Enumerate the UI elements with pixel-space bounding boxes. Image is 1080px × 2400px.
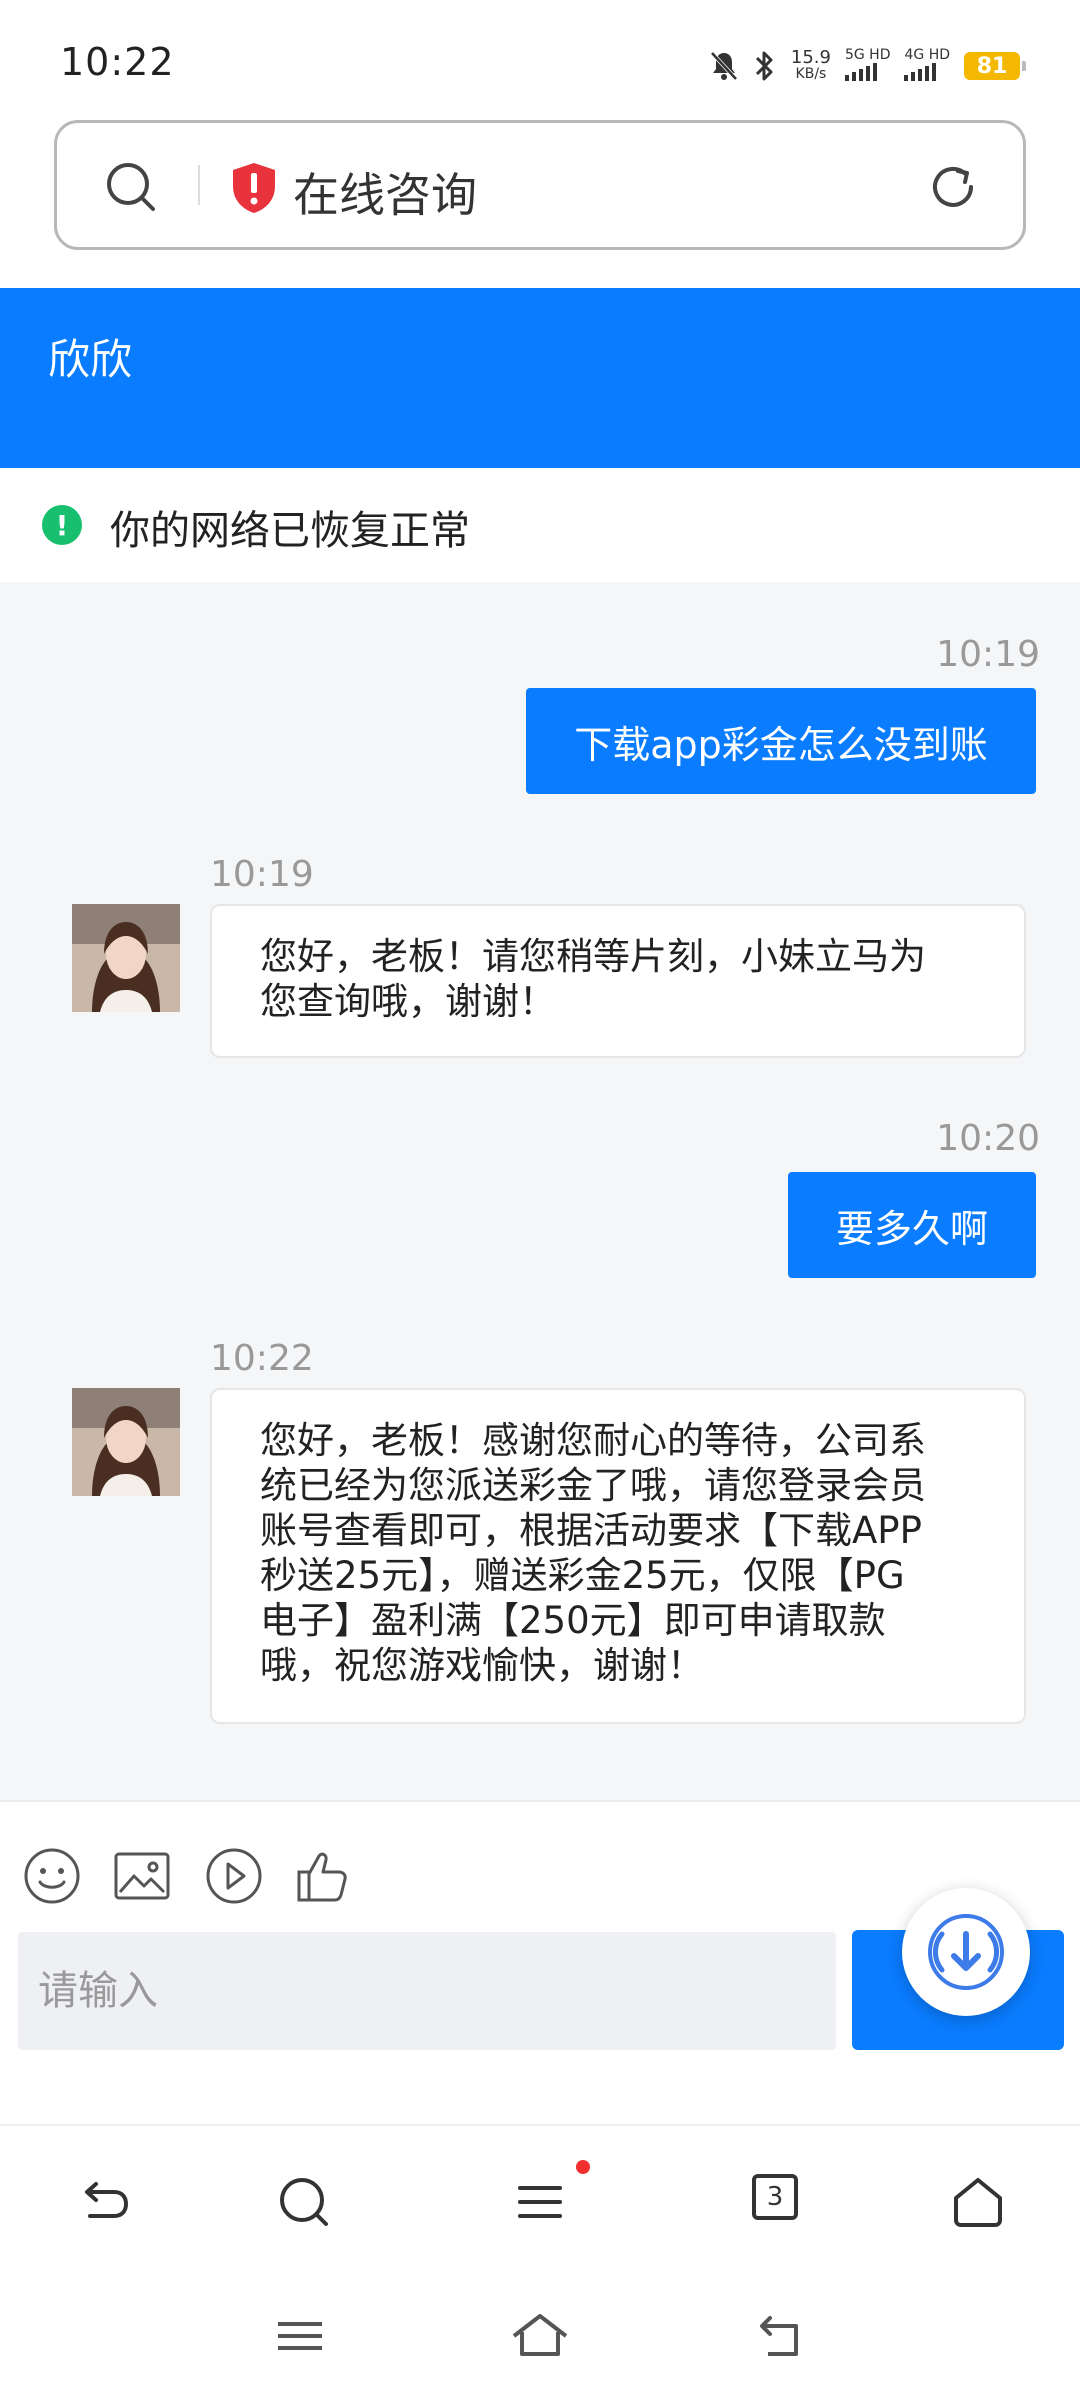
message-line: 您查询哦，谢谢！	[260, 980, 556, 1023]
received-message[interactable]: 您好，老板！感谢您耐心的等待，公司系 统已经为您派送彩金了哦，请您登录会员 账号…	[210, 1388, 1026, 1724]
thumbs-up-icon[interactable]	[294, 1846, 354, 1906]
recents-icon[interactable]	[270, 2306, 330, 2366]
notification-dot	[576, 2160, 590, 2174]
network-speed: 15.9 KB/s	[791, 49, 831, 83]
shield-alert-icon[interactable]	[229, 161, 279, 215]
divider	[198, 165, 200, 205]
search-icon[interactable]	[103, 159, 159, 215]
alert-icon: !	[42, 505, 82, 545]
message-time: 10:20	[936, 1118, 1040, 1159]
sim2-signal: 4G HD	[904, 47, 950, 85]
chat-header: 欣欣	[0, 288, 1080, 468]
video-icon[interactable]	[204, 1846, 264, 1906]
message-time: 10:19	[210, 854, 314, 895]
signal-bars-icon	[844, 63, 877, 81]
sim2-label: 4G HD	[904, 47, 950, 63]
download-icon	[928, 1914, 1004, 1990]
sim1-label: 5G HD	[844, 47, 891, 63]
agent-avatar	[72, 904, 180, 1012]
status-bar: 10:22 15.9 KB/s 5G HD 4G HD 81	[0, 0, 1080, 120]
message-line: 电子】盈利满【250元】即可申请取款	[260, 1599, 886, 1642]
message-line: 统已经为您派送彩金了哦，请您登录会员	[260, 1464, 926, 1507]
message-line: 您好，老板！请您稍等片刻，小妹立马为	[260, 935, 926, 978]
message-line: 您好，老板！感谢您耐心的等待，公司系	[260, 1419, 926, 1462]
sent-message[interactable]: 下载app彩金怎么没到账	[526, 688, 1036, 794]
tabs-icon[interactable]: 3	[752, 2174, 798, 2220]
notice-text: 你的网络已恢复正常	[110, 508, 470, 554]
message-time: 10:22	[210, 1338, 314, 1379]
speed-unit: KB/s	[795, 66, 827, 82]
message-line: 秒送25元】，赠送彩金25元，仅限【PG	[260, 1554, 905, 1597]
home-icon[interactable]	[948, 2172, 1008, 2232]
signal-bars-icon	[904, 63, 937, 81]
received-message[interactable]: 您好，老板！请您稍等片刻，小妹立马为 您查询哦，谢谢！	[210, 904, 1026, 1058]
back-icon[interactable]	[750, 2306, 810, 2366]
message-input[interactable]	[18, 1932, 836, 2050]
page-title[interactable]: 在线咨询	[293, 159, 477, 225]
sim1-signal: 5G HD	[844, 47, 891, 85]
reload-icon[interactable]	[925, 159, 981, 215]
back-icon[interactable]	[72, 2172, 132, 2232]
mute-icon	[709, 50, 739, 82]
message-time: 10:19	[936, 634, 1040, 675]
battery-indicator: 81	[964, 52, 1026, 80]
speed-value: 15.9	[790, 47, 831, 68]
agent-name: 欣欣	[48, 335, 133, 384]
status-time: 10:22	[60, 40, 175, 84]
sent-message[interactable]: 要多久啊	[788, 1172, 1036, 1278]
browser-toolbar: 3	[0, 2124, 1080, 2276]
bluetooth-icon	[753, 49, 777, 83]
message-line: 账号查看即可，根据活动要求【下载APP	[260, 1509, 922, 1552]
agent-avatar	[72, 1388, 180, 1496]
network-notice: ! 你的网络已恢复正常	[0, 468, 1080, 582]
chat-messages[interactable]: 10:19 下载app彩金怎么没到账 10:19 您好，老板！请您稍等片刻，小妹…	[0, 582, 1080, 1800]
address-bar[interactable]: 在线咨询	[54, 120, 1026, 250]
emoji-icon[interactable]	[22, 1846, 82, 1906]
message-line: 哦，祝您游戏愉快，谢谢！	[260, 1644, 704, 1687]
system-navigation	[0, 2276, 1080, 2400]
floating-download-button[interactable]	[902, 1888, 1030, 2016]
home-icon[interactable]	[510, 2306, 570, 2366]
status-icons: 15.9 KB/s 5G HD 4G HD 81	[709, 46, 1026, 86]
search-icon[interactable]	[274, 2172, 334, 2232]
image-icon[interactable]	[112, 1846, 172, 1906]
menu-icon[interactable]	[510, 2172, 570, 2232]
